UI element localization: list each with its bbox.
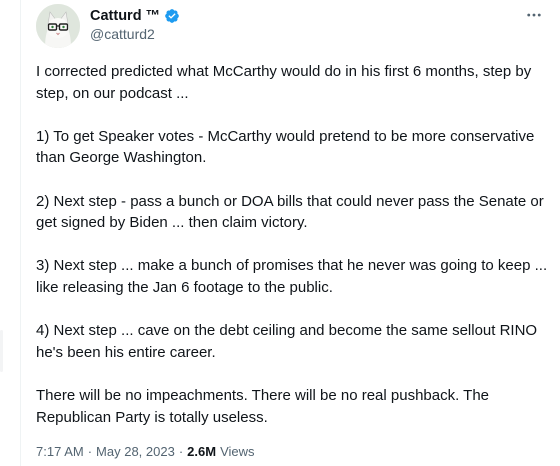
tweet-paragraph: There will be no impeachments. There wil…	[36, 386, 490, 426]
views-label: Views	[220, 444, 255, 459]
tweet-text: I corrected predicted what McCarthy woul…	[36, 61, 551, 428]
author-display-name[interactable]: Catturd ™	[90, 8, 160, 24]
author-name-row[interactable]: Catturd ™	[90, 6, 180, 26]
more-options-button[interactable]	[524, 5, 544, 25]
meta-separator: ·	[178, 444, 184, 459]
tweet-time[interactable]: 7:17 AM	[36, 444, 84, 459]
tweet-paragraph: 2) Next step - pass a bunch or DOA bills…	[36, 192, 544, 232]
cat-avatar-icon	[36, 4, 80, 48]
timeline-edge	[0, 330, 3, 372]
more-dots-icon	[527, 13, 541, 17]
tweet-paragraph: I corrected predicted what McCarthy woul…	[36, 63, 532, 102]
tweet-card: Catturd ™ @catturd2 I corrected predicte…	[20, 0, 560, 466]
tweet-paragraph: 3) Next step ... make a bunch of promise…	[36, 257, 548, 296]
author-handle[interactable]: @catturd2	[90, 26, 155, 42]
views-count: 2.6M	[187, 444, 217, 459]
avatar[interactable]	[36, 4, 80, 48]
tweet-date[interactable]: May 28, 2023	[96, 444, 175, 459]
tweet-paragraph: 4) Next step ... cave on the debt ceilin…	[36, 322, 538, 361]
tweet-paragraph: 1) To get Speaker votes - McCarthy would…	[36, 127, 535, 167]
verified-badge-icon	[164, 8, 180, 24]
meta-separator: ·	[87, 444, 93, 459]
tweet-meta: 7:17 AM · May 28, 2023 · 2.6M Views	[36, 444, 255, 459]
